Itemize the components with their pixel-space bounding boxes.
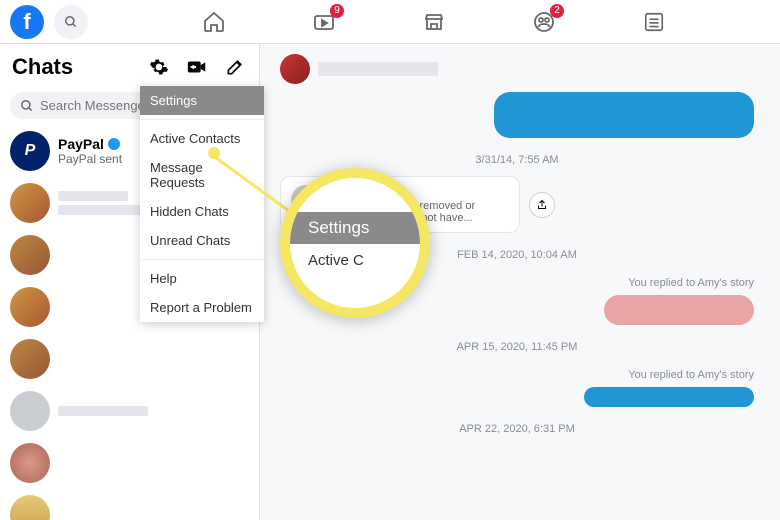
facebook-logo[interactable]: f — [10, 5, 44, 39]
facebook-logo-letter: f — [23, 9, 30, 35]
sidebar-actions — [147, 55, 247, 79]
compose-icon — [225, 57, 245, 77]
chat-item[interactable] — [0, 333, 259, 385]
sent-message-bubble — [584, 387, 754, 407]
avatar — [10, 495, 50, 520]
nav-center: 9 2 — [98, 2, 770, 42]
gear-icon — [149, 57, 169, 77]
marketplace-icon — [422, 10, 446, 34]
sidebar-header: Chats — [0, 44, 259, 86]
nav-more[interactable] — [634, 2, 674, 42]
avatar — [10, 287, 50, 327]
dropdown-item-help[interactable]: Help — [140, 264, 264, 293]
story-reply-bubble — [604, 295, 754, 325]
share-icon — [536, 199, 548, 211]
sidebar-title: Chats — [12, 54, 147, 80]
conversation-header — [280, 54, 754, 92]
settings-dropdown: Settings Active Contacts Message Request… — [140, 86, 264, 322]
timestamp: APR 15, 2020, 11:45 PM — [280, 341, 754, 353]
hamburger-icon — [643, 11, 665, 33]
avatar — [10, 183, 50, 223]
annotation-dot — [208, 147, 220, 159]
top-nav: f 9 2 — [0, 0, 780, 44]
dropdown-item-hidden-chats[interactable]: Hidden Chats — [140, 197, 264, 226]
share-button[interactable] — [529, 192, 555, 218]
nav-watch[interactable]: 9 — [304, 2, 344, 42]
dropdown-item-report[interactable]: Report a Problem — [140, 293, 264, 322]
groups-badge: 2 — [550, 4, 564, 18]
sent-message-bubble — [494, 92, 754, 138]
home-icon — [202, 10, 226, 34]
dropdown-item-active-contacts[interactable]: Active Contacts — [140, 124, 264, 153]
global-search-button[interactable] — [54, 5, 88, 39]
avatar — [10, 235, 50, 275]
dropdown-divider — [140, 259, 264, 260]
story-reply-label: You replied to Amy's story — [280, 369, 754, 381]
timestamp: 3/31/14, 7:55 AM — [280, 154, 754, 166]
nav-marketplace[interactable] — [414, 2, 454, 42]
chat-item[interactable] — [0, 437, 259, 489]
avatar: P — [10, 131, 50, 171]
chat-subtitle: PayPal sent — [58, 152, 122, 166]
search-icon — [20, 99, 34, 113]
timestamp: APR 22, 2020, 6:31 PM — [280, 423, 754, 435]
compose-button[interactable] — [223, 55, 247, 79]
conversation-avatar[interactable] — [280, 54, 310, 84]
search-icon — [64, 15, 78, 29]
avatar — [10, 339, 50, 379]
avatar — [10, 443, 50, 483]
dropdown-item-unread-chats[interactable]: Unread Chats — [140, 226, 264, 255]
sidebar: Chats P PayPal PayP — [0, 44, 260, 520]
avatar — [10, 391, 50, 431]
dropdown-divider — [140, 119, 264, 120]
watch-badge: 9 — [330, 4, 344, 18]
verified-badge-icon — [108, 138, 120, 150]
new-video-call-button[interactable] — [185, 55, 209, 79]
conversation-name-redacted — [318, 62, 438, 76]
nav-home[interactable] — [194, 2, 234, 42]
chat-item[interactable] — [0, 385, 259, 437]
chat-name: PayPal — [58, 136, 104, 152]
zoom-active-label: Active C — [290, 244, 420, 269]
dropdown-item-settings[interactable]: Settings — [140, 86, 264, 115]
dropdown-item-message-requests[interactable]: Message Requests — [140, 153, 264, 197]
video-plus-icon — [186, 56, 208, 78]
zoom-settings-label: Settings — [290, 212, 420, 244]
chat-item[interactable] — [0, 489, 259, 520]
settings-gear-button[interactable] — [147, 55, 171, 79]
nav-groups[interactable]: 2 — [524, 2, 564, 42]
annotation-zoom-circle: Settings Active C — [280, 168, 430, 318]
